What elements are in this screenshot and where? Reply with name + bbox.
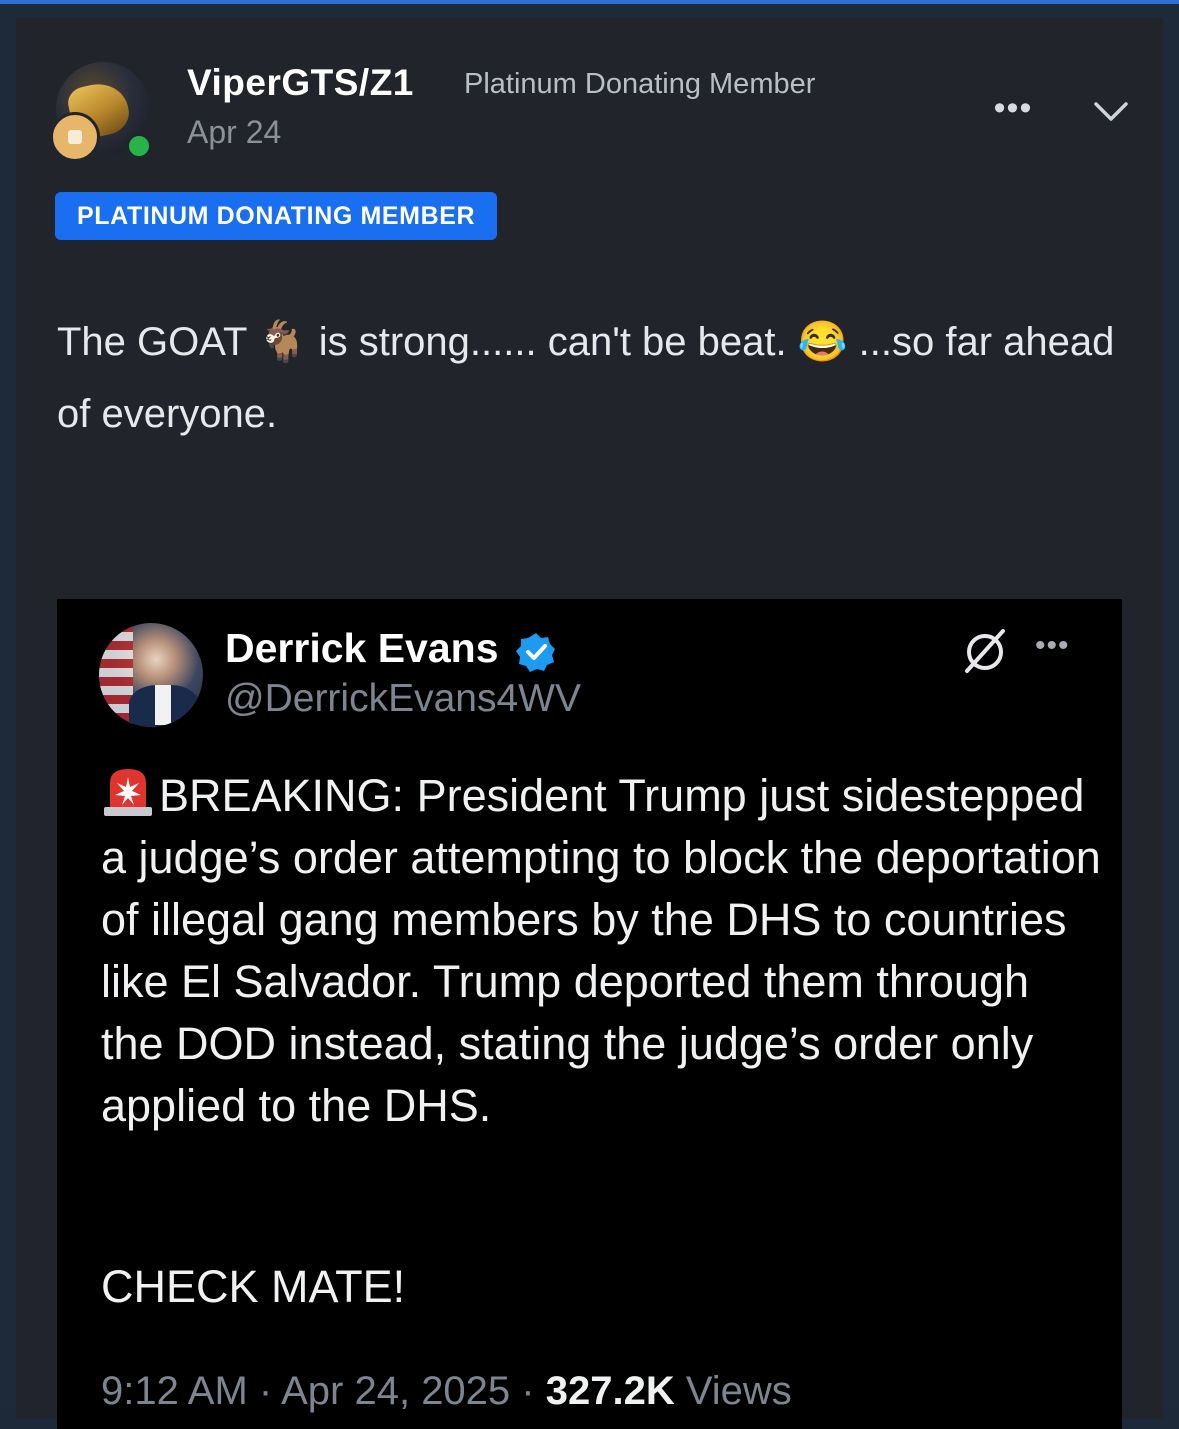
tweet-text: BREAKING: President Trump just sidestepp… <box>101 765 1101 1137</box>
role-badge: PLATINUM DONATING MEMBER <box>55 192 498 240</box>
tweet-author-avatar <box>99 623 203 727</box>
goat-emoji-icon: 🐐 <box>257 320 308 364</box>
post-author-name[interactable]: ViperGTS/Z1 <box>187 62 414 104</box>
embedded-tweet-image[interactable]: Derrick Evans @DerrickEvans4WV ••• BREAK… <box>57 599 1122 1429</box>
post-message: The GOAT 🐐 is strong...... can't be beat… <box>57 306 1117 450</box>
post-author-title: Platinum Donating Member <box>464 68 816 100</box>
laughing-emoji-icon: 😂 <box>797 320 848 364</box>
tweet-author-name: Derrick Evans <box>225 625 499 671</box>
tweet-time: 9:12 AM <box>101 1369 248 1413</box>
page-frame: ViperGTS/Z1 Platinum Donating Member Apr… <box>0 0 1179 1429</box>
tweet-metadata: 9:12 AM · Apr 24, 2025 · 327.2K Views <box>101 1369 792 1414</box>
forum-post: ViperGTS/Z1 Platinum Donating Member Apr… <box>16 18 1163 1429</box>
meta-separator: · <box>510 1369 546 1413</box>
grok-icon <box>965 629 1005 673</box>
message-text: is strong...... can't be beat. <box>307 320 798 364</box>
top-accent-bar <box>0 0 1179 4</box>
tweet-date: Apr 24, 2025 <box>281 1369 511 1413</box>
tweet-views-label: Views <box>674 1369 792 1413</box>
tweet-body-text: BREAKING: President Trump just sidestepp… <box>101 770 1101 1131</box>
meta-separator: · <box>247 1369 282 1413</box>
siren-emoji-icon <box>104 769 152 816</box>
user-rank-badge-icon <box>50 112 100 162</box>
verified-badge-icon <box>516 633 555 672</box>
tweet-closing-line: CHECK MATE! <box>101 1261 406 1312</box>
post-more-button[interactable]: ••• <box>988 88 1038 128</box>
chevron-down-icon[interactable] <box>1086 86 1136 136</box>
tweet-views-count: 327.2K <box>545 1369 675 1413</box>
message-text: The GOAT <box>57 320 258 364</box>
tweet-more-icon: ••• <box>1035 629 1070 662</box>
tweet-author-handle: @DerrickEvans4WV <box>225 677 581 720</box>
post-date[interactable]: Apr 24 <box>187 114 281 151</box>
online-status-icon <box>125 132 153 160</box>
